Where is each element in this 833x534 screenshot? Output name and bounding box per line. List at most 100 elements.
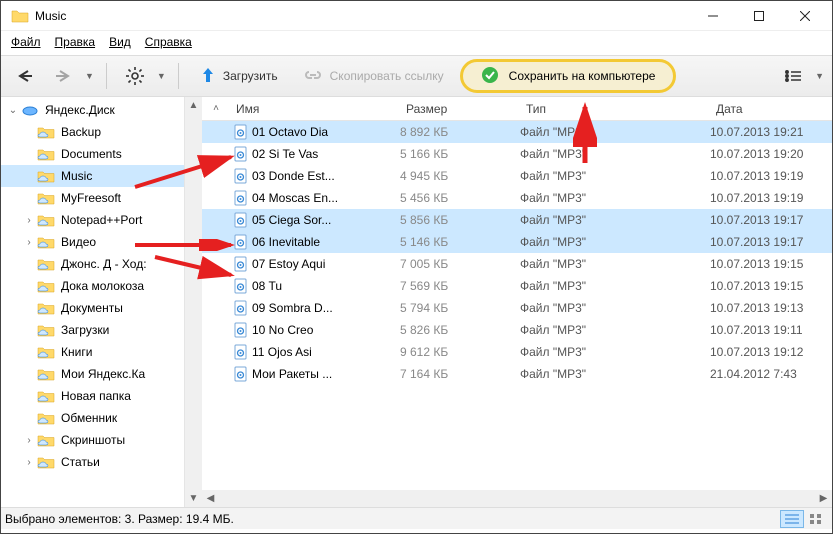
file-type: Файл "MP3" xyxy=(520,213,710,227)
sidebar-item[interactable]: Backup xyxy=(1,121,184,143)
window-title: Music xyxy=(35,9,66,23)
sidebar-item[interactable]: Мои Яндекс.Ка xyxy=(1,363,184,385)
file-name: 05 Ciega Sor... xyxy=(252,213,400,227)
sidebar-item[interactable]: MyFreesoft xyxy=(1,187,184,209)
file-row[interactable]: 08 Tu 7 569 КБ Файл "MP3" 10.07.2013 19:… xyxy=(202,275,832,297)
sidebar-item-label: Загрузки xyxy=(61,323,109,337)
yandex-disk-icon xyxy=(21,102,39,118)
menu-edit[interactable]: Правка xyxy=(55,35,96,49)
sidebar-item[interactable]: › Видео xyxy=(1,231,184,253)
sidebar-item[interactable]: Книги xyxy=(1,341,184,363)
expand-icon[interactable]: › xyxy=(23,435,35,446)
file-icon xyxy=(230,190,252,206)
minimize-button[interactable] xyxy=(690,1,736,31)
sort-indicator-icon[interactable]: ˄ xyxy=(202,103,230,114)
folder-icon xyxy=(37,454,55,470)
scroll-down-icon[interactable]: ▼ xyxy=(185,490,202,507)
column-size[interactable]: Размер xyxy=(400,102,520,116)
sidebar-item-label: Джонс. Д - Ход: xyxy=(61,257,147,271)
collapse-icon[interactable]: ⌄ xyxy=(7,105,19,116)
file-row[interactable]: 11 Ojos Asi 9 612 КБ Файл "MP3" 10.07.20… xyxy=(202,341,832,363)
sidebar-item[interactable]: Джонс. Д - Ход: xyxy=(1,253,184,275)
menu-file[interactable]: Файл xyxy=(11,35,41,49)
expand-icon[interactable]: › xyxy=(23,237,35,248)
settings-dropdown-icon[interactable]: ▼ xyxy=(157,71,166,81)
file-date: 21.04.2012 7:43 xyxy=(710,367,832,381)
file-name: 07 Estoy Aqui xyxy=(252,257,400,271)
copylink-button[interactable]: Скопировать ссылку xyxy=(294,64,454,89)
link-icon xyxy=(304,68,322,85)
upload-button[interactable]: Загрузить xyxy=(191,63,288,90)
file-icon xyxy=(230,212,252,228)
sidebar-item[interactable]: Дока молокоза xyxy=(1,275,184,297)
file-row[interactable]: 03 Donde Est... 4 945 КБ Файл "MP3" 10.0… xyxy=(202,165,832,187)
file-icon xyxy=(230,300,252,316)
file-size: 5 794 КБ xyxy=(400,301,520,315)
scroll-right-icon[interactable]: ▶ xyxy=(815,490,832,507)
sidebar-item-label: Скриншоты xyxy=(61,433,125,447)
details-view-button[interactable] xyxy=(780,510,804,528)
sidebar-item[interactable]: Новая папка xyxy=(1,385,184,407)
sidebar-scrollbar[interactable]: ▲ ▼ xyxy=(185,97,202,507)
menu-help[interactable]: Справка xyxy=(145,35,192,49)
sidebar-item[interactable]: Загрузки xyxy=(1,319,184,341)
sidebar-item[interactable]: › Скриншоты xyxy=(1,429,184,451)
sidebar-item-label: MyFreesoft xyxy=(61,191,121,205)
view-mode-dropdown-icon[interactable]: ▼ xyxy=(815,71,824,81)
file-row[interactable]: 09 Sombra D... 5 794 КБ Файл "MP3" 10.07… xyxy=(202,297,832,319)
file-date: 10.07.2013 19:13 xyxy=(710,301,832,315)
file-date: 10.07.2013 19:17 xyxy=(710,235,832,249)
file-row[interactable]: 07 Estoy Aqui 7 005 КБ Файл "MP3" 10.07.… xyxy=(202,253,832,275)
settings-button[interactable] xyxy=(119,62,151,90)
tree-root[interactable]: ⌄ Яндекс.Диск xyxy=(1,99,184,121)
file-size: 7 569 КБ xyxy=(400,279,520,293)
file-size: 5 166 КБ xyxy=(400,147,520,161)
file-date: 10.07.2013 19:21 xyxy=(710,125,832,139)
folder-icon xyxy=(37,366,55,382)
file-size: 5 856 КБ xyxy=(400,213,520,227)
sidebar-item[interactable]: Документы xyxy=(1,297,184,319)
file-row[interactable]: 04 Moscas En... 5 456 КБ Файл "MP3" 10.0… xyxy=(202,187,832,209)
sidebar-item-label: Notepad++Port xyxy=(61,213,142,227)
file-row[interactable]: Мои Ракеты ... 7 164 КБ Файл "MP3" 21.04… xyxy=(202,363,832,385)
sidebar-item[interactable]: Обменник xyxy=(1,407,184,429)
column-date[interactable]: Дата xyxy=(710,102,832,116)
file-row[interactable]: 10 No Creo 5 826 КБ Файл "MP3" 10.07.201… xyxy=(202,319,832,341)
menubar: Файл Правка Вид Справка xyxy=(1,31,832,55)
scroll-left-icon[interactable]: ◀ xyxy=(202,490,219,507)
icons-view-button[interactable] xyxy=(804,510,828,528)
sidebar-item[interactable]: Documents xyxy=(1,143,184,165)
file-name: 01 Octavo Dia xyxy=(252,125,400,139)
column-type[interactable]: Тип xyxy=(520,102,710,116)
folder-icon xyxy=(37,168,55,184)
file-date: 10.07.2013 19:15 xyxy=(710,257,832,271)
sidebar-item[interactable]: › Статьи xyxy=(1,451,184,473)
column-name[interactable]: Имя xyxy=(230,102,400,116)
maximize-button[interactable] xyxy=(736,1,782,31)
back-button[interactable] xyxy=(9,62,41,90)
folder-icon xyxy=(37,124,55,140)
file-type: Файл "MP3" xyxy=(520,235,710,249)
file-icon xyxy=(230,322,252,338)
file-row[interactable]: 05 Ciega Sor... 5 856 КБ Файл "MP3" 10.0… xyxy=(202,209,832,231)
forward-button[interactable] xyxy=(47,62,79,90)
file-name: 02 Si Te Vas xyxy=(252,147,400,161)
column-headers: ˄ Имя Размер Тип Дата xyxy=(202,97,832,121)
file-size: 5 826 КБ xyxy=(400,323,520,337)
menu-view[interactable]: Вид xyxy=(109,35,131,49)
sidebar-item[interactable]: › Notepad++Port xyxy=(1,209,184,231)
file-row[interactable]: 01 Octavo Dia 8 892 КБ Файл "MP3" 10.07.… xyxy=(202,121,832,143)
view-mode-button[interactable] xyxy=(777,62,809,90)
file-row[interactable]: 02 Si Te Vas 5 166 КБ Файл "MP3" 10.07.2… xyxy=(202,143,832,165)
sidebar-item[interactable]: Music xyxy=(1,165,184,187)
expand-icon[interactable]: › xyxy=(23,457,35,468)
scroll-up-icon[interactable]: ▲ xyxy=(185,97,202,114)
history-dropdown-icon[interactable]: ▼ xyxy=(85,71,94,81)
file-row[interactable]: 06 Inevitable 5 146 КБ Файл "MP3" 10.07.… xyxy=(202,231,832,253)
file-icon xyxy=(230,366,252,382)
expand-icon[interactable]: › xyxy=(23,215,35,226)
file-icon xyxy=(230,278,252,294)
save-to-computer-button[interactable]: Сохранить на компьютере xyxy=(460,59,677,93)
content-h-scrollbar[interactable]: ◀ ▶ xyxy=(202,490,832,507)
close-button[interactable] xyxy=(782,1,828,31)
